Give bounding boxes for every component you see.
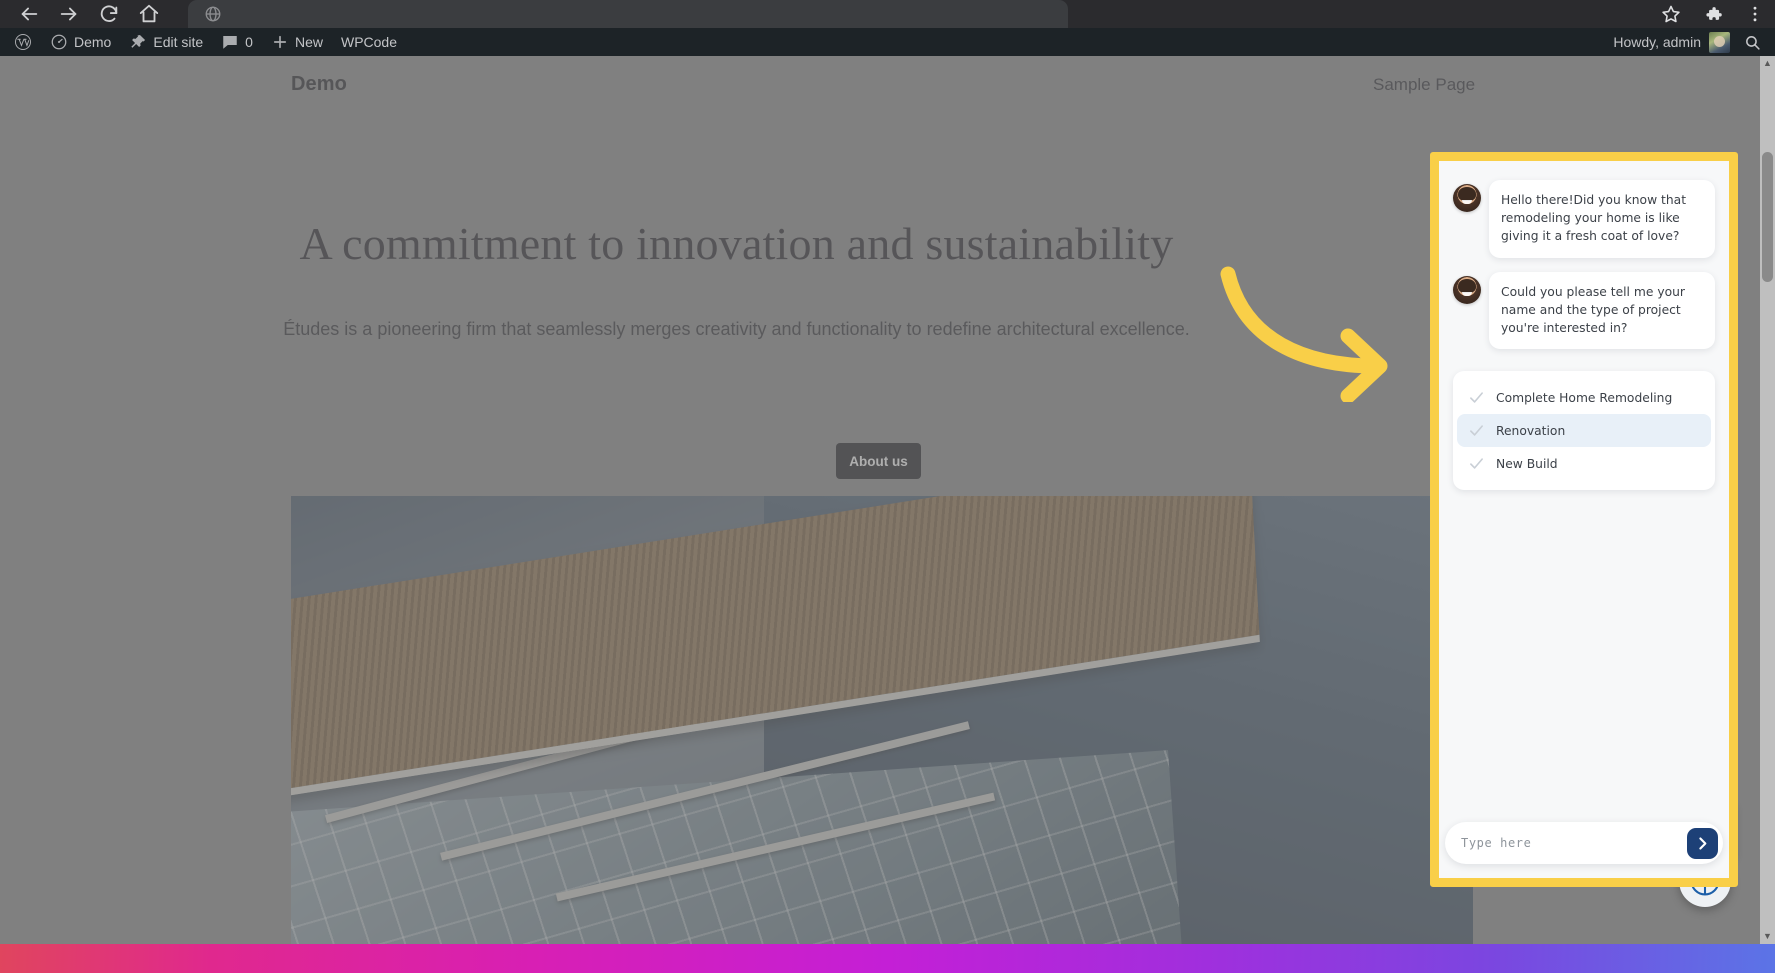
chat-message-bubble: Hello there!Did you know that remodeling… <box>1489 180 1715 258</box>
chat-message-bubble: Could you please tell me your name and t… <box>1489 271 1715 350</box>
admin-bar-comment-count: 0 <box>245 34 253 50</box>
puzzle-icon[interactable] <box>1703 4 1723 24</box>
message-send-button[interactable] <box>1687 827 1718 859</box>
wordpress-admin-bar: Demo Edit site 0 New WPCode Howdy, admin <box>0 28 1775 56</box>
admin-bar-item-label: New <box>294 34 323 50</box>
avatar[interactable] <box>1709 31 1730 53</box>
check-icon <box>1469 456 1484 471</box>
pin-icon <box>129 33 147 51</box>
check-icon <box>1469 390 1484 405</box>
admin-bar-item-label: Demo <box>74 34 112 50</box>
plus-icon <box>271 33 289 51</box>
nav-item-sample-page[interactable]: Sample Page <box>1373 75 1475 95</box>
admin-bar-item-demo[interactable]: Demo <box>41 28 120 56</box>
browser-tab[interactable] <box>188 0 1068 28</box>
reload-icon[interactable] <box>98 3 120 25</box>
arrow-right-icon[interactable] <box>58 3 80 25</box>
chat-option-renovation[interactable]: Renovation <box>1457 414 1711 448</box>
globe-icon <box>204 5 222 23</box>
arrow-left-icon[interactable] <box>18 3 40 25</box>
chat-message-field-row <box>1445 822 1723 864</box>
wordpress-mark-icon <box>14 33 32 51</box>
chat-composer <box>1439 822 1729 878</box>
chat-message-list: Hello there!Did you know that remodeling… <box>1439 160 1729 501</box>
chat-message: Could you please tell me your name and t… <box>1453 271 1715 350</box>
site-header: Demo Sample Page <box>0 56 1745 118</box>
chat-option-new-build[interactable]: New Build <box>1457 447 1711 480</box>
browser-nav-buttons <box>18 0 160 28</box>
admin-bar-item-wpcode[interactable]: WPCode <box>332 28 406 56</box>
check-icon <box>1469 423 1484 438</box>
site-title[interactable]: Demo <box>291 73 347 96</box>
kebab-menu-icon[interactable] <box>1745 4 1765 24</box>
chat-widget: Hello there!Did you know that remodeling… <box>1439 160 1729 878</box>
chat-message: Hello there!Did you know that remodeling… <box>1453 180 1715 258</box>
admin-bar-item-new[interactable]: New <box>262 28 332 56</box>
bot-avatar <box>1453 275 1481 304</box>
scrollbar-thumb[interactable] <box>1762 152 1773 282</box>
dashboard-icon <box>50 33 68 51</box>
search-icon[interactable] <box>1730 34 1775 51</box>
about-us-button[interactable]: About us <box>836 443 921 479</box>
admin-bar-item-edit-site[interactable]: Edit site <box>120 28 212 56</box>
admin-bar-item-comments[interactable]: 0 <box>212 28 262 56</box>
browser-chrome-right <box>1661 0 1765 28</box>
home-icon[interactable] <box>138 3 160 25</box>
page-title: A commitment to innovation and sustainab… <box>299 218 1174 269</box>
comment-icon <box>221 33 239 51</box>
chat-option-complete-home-remodeling[interactable]: Complete Home Remodeling <box>1457 381 1711 414</box>
wordpress-logo-icon[interactable] <box>0 28 41 56</box>
hero-image <box>291 496 1473 944</box>
admin-bar-left-items: Demo Edit site 0 New WPCode <box>0 28 406 56</box>
scrollbar-up-arrow[interactable]: ▲ <box>1760 56 1775 71</box>
chat-options-card: Complete Home Remodeling Renovation New … <box>1453 371 1715 491</box>
chat-option-label: New Build <box>1496 456 1558 471</box>
admin-bar-right-items: Howdy, admin <box>1613 28 1775 56</box>
chat-option-label: Renovation <box>1496 423 1566 438</box>
hero-subheading: Études is a pioneering firm that seamles… <box>283 319 1190 339</box>
star-icon[interactable] <box>1661 4 1681 24</box>
chat-option-label: Complete Home Remodeling <box>1496 390 1673 405</box>
message-input[interactable] <box>1461 836 1687 850</box>
howdy-greeting[interactable]: Howdy, admin <box>1613 34 1709 50</box>
scrollbar-down-arrow[interactable]: ▼ <box>1760 929 1775 944</box>
admin-bar-item-label: WPCode <box>340 34 398 50</box>
bot-avatar <box>1453 184 1481 212</box>
bottom-gradient-bar <box>0 944 1775 973</box>
chat-body-spacer <box>1439 501 1729 822</box>
browser-chrome <box>0 0 1775 28</box>
page-scrollbar[interactable]: ▲ ▼ <box>1760 56 1775 944</box>
admin-bar-item-label: Edit site <box>153 34 204 50</box>
